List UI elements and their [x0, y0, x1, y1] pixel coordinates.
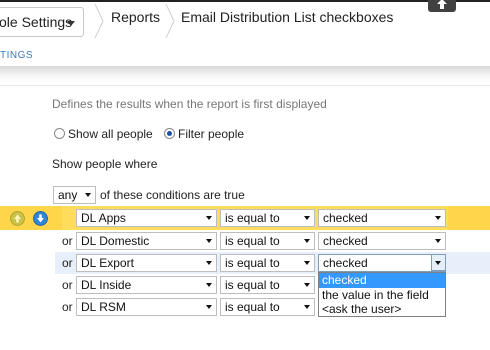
- condition-or-label: or: [62, 256, 73, 270]
- dropdown-arrow-icon: [206, 239, 212, 243]
- dropdown-arrow-icon: [435, 239, 441, 243]
- dropdown-arrow-icon: [304, 305, 310, 309]
- dropdown-option[interactable]: the value in the field: [319, 288, 445, 303]
- condition-operator-select[interactable]: is equal to: [220, 276, 315, 294]
- condition-operator-value: is equal to: [225, 300, 280, 314]
- value-dropdown-list: checked the value in the field <ask the …: [318, 272, 446, 317]
- condition-field-select[interactable]: DL Apps: [76, 209, 217, 227]
- top-border: [0, 0, 490, 2]
- condition-field-value: DL Domestic: [81, 234, 150, 248]
- condition-field-select[interactable]: DL Export: [76, 254, 217, 272]
- dropdown-arrow-icon: [206, 283, 212, 287]
- circle-arrow-down-icon[interactable]: [33, 211, 48, 226]
- upload-button[interactable]: [428, 0, 456, 12]
- radio-filter-label[interactable]: Filter people: [178, 127, 244, 141]
- dropdown-arrow-icon: [435, 216, 441, 220]
- condition-operator-value: is equal to: [225, 278, 280, 292]
- match-mode-suffix: of these conditions are true: [100, 188, 245, 202]
- condition-operator-select[interactable]: is equal to: [220, 209, 315, 227]
- condition-field-select[interactable]: DL RSM: [76, 298, 217, 316]
- radio-filter-people[interactable]: [164, 128, 175, 139]
- condition-value-value: checked: [323, 234, 368, 248]
- condition-field-value: DL Inside: [81, 278, 132, 292]
- circle-arrow-up-icon[interactable]: [10, 211, 25, 226]
- condition-field-value: DL RSM: [81, 300, 126, 314]
- condition-value-select-open[interactable]: checked: [318, 254, 446, 272]
- dropdown-arrow-icon: [206, 261, 212, 265]
- divider: [0, 85, 490, 86]
- dropdown-arrow-icon: [304, 216, 310, 220]
- dropdown-toggle-button[interactable]: [431, 254, 446, 271]
- dropdown-arrow-icon: [435, 261, 441, 265]
- filter-description: Defines the results when the report is f…: [52, 97, 327, 111]
- breadcrumb-reports[interactable]: Reports: [111, 9, 160, 25]
- dropdown-arrow-icon: [304, 261, 310, 265]
- dropdown-option[interactable]: <ask the user>: [319, 302, 445, 317]
- settings-dropdown-button[interactable]: ole Settings: [0, 7, 84, 37]
- condition-operator-select[interactable]: is equal to: [220, 254, 315, 272]
- settings-sub-tab[interactable]: TINGS: [0, 50, 33, 61]
- condition-or-label: or: [62, 234, 73, 248]
- breadcrumb-separator-icon: [165, 4, 175, 38]
- condition-operator-value: is equal to: [225, 211, 280, 225]
- condition-or-label: or: [62, 278, 73, 292]
- dropdown-option[interactable]: checked: [319, 273, 445, 288]
- breadcrumb-separator-icon: [94, 4, 104, 38]
- dropdown-arrow-icon: [206, 305, 212, 309]
- breadcrumb-current-page: Email Distribution List checkboxes: [181, 9, 394, 25]
- dropdown-arrow-icon: [85, 193, 91, 197]
- condition-value-value: checked: [323, 256, 368, 270]
- condition-operator-select[interactable]: is equal to: [220, 298, 315, 316]
- condition-value-value: checked: [323, 211, 368, 225]
- settings-button-label: ole Settings: [0, 14, 73, 30]
- condition-field-value: DL Apps: [81, 211, 126, 225]
- condition-or-label: or: [62, 300, 73, 314]
- condition-value-select[interactable]: checked: [318, 209, 446, 227]
- upload-arrow-icon: [437, 0, 447, 9]
- condition-operator-value: is equal to: [225, 234, 280, 248]
- radio-show-all-label[interactable]: Show all people: [68, 127, 153, 141]
- condition-operator-select[interactable]: is equal to: [220, 232, 315, 250]
- chevron-down-icon: [67, 21, 75, 26]
- match-mode-select[interactable]: any: [53, 186, 96, 204]
- condition-field-select[interactable]: DL Inside: [76, 276, 217, 294]
- radio-show-all-people[interactable]: [54, 128, 65, 139]
- dropdown-arrow-icon: [304, 239, 310, 243]
- condition-value-select[interactable]: checked: [318, 232, 446, 250]
- dropdown-arrow-icon: [206, 216, 212, 220]
- header-shadow: [0, 66, 490, 82]
- condition-field-select[interactable]: DL Domestic: [76, 232, 217, 250]
- condition-field-value: DL Export: [81, 256, 134, 270]
- condition-operator-value: is equal to: [225, 256, 280, 270]
- dropdown-arrow-icon: [304, 283, 310, 287]
- show-people-where-label: Show people where: [52, 157, 158, 171]
- match-mode-value: any: [58, 188, 78, 202]
